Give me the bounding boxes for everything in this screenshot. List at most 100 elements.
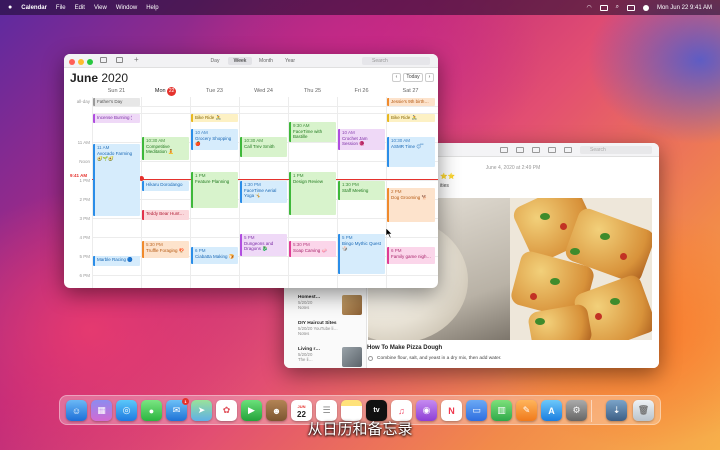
add-event-icon[interactable]: +: [134, 55, 139, 64]
day-header-tue[interactable]: Tue 23: [190, 87, 239, 96]
day-header-sat[interactable]: Sat 27: [386, 87, 435, 96]
pizza-photo: [510, 198, 652, 340]
event-design-review[interactable]: 1 PM Design Review: [289, 172, 336, 215]
note-text-fragment: ities: [440, 183, 449, 189]
note-thumbnail: [342, 295, 362, 315]
search-icon[interactable]: ⌕: [616, 4, 619, 11]
menu-clock[interactable]: Mon Jun 22 9:41 AM: [657, 5, 712, 11]
event-truffle[interactable]: 5:30 PM Truffle Foraging 🍄: [142, 241, 189, 258]
tab-day[interactable]: Day: [204, 57, 226, 65]
list-item[interactable]: Living r… 5/20/20 The li…: [298, 347, 364, 368]
today-button[interactable]: Today: [403, 73, 423, 82]
hour-label: 5 PM: [79, 254, 90, 259]
apple-menu-icon[interactable]: ●: [8, 4, 12, 11]
day-header-wed[interactable]: Wed 24: [239, 87, 288, 96]
day-header-thu[interactable]: Thu 25: [288, 87, 337, 96]
menu-file[interactable]: File: [56, 5, 66, 11]
video-subtitle: 从日历和备忘录: [307, 420, 413, 438]
notes-search-input[interactable]: Search: [580, 146, 652, 154]
wifi-icon[interactable]: ◠: [586, 4, 591, 11]
list-item[interactable]: DIY Haircut Sites 5/20/20 YouTube li… No…: [298, 321, 364, 345]
tab-year[interactable]: Year: [280, 57, 300, 65]
attachment-icon[interactable]: [548, 147, 556, 153]
day-header-mon[interactable]: Mon 22: [141, 87, 190, 96]
today-badge: 22: [167, 87, 177, 96]
event-bike-ride-tue[interactable]: Bike Ride 🚴: [191, 114, 238, 122]
day-header-sun[interactable]: Sun 21: [92, 87, 141, 96]
siri-icon[interactable]: [642, 4, 649, 11]
tab-month[interactable]: Month: [254, 57, 278, 65]
calendar-window: + Day Week Month Year Search June 2020 ‹…: [64, 54, 438, 288]
event-grocery[interactable]: 10 AM Grocery Shopping 🍎: [191, 129, 238, 150]
event-dungeons[interactable]: 5 PM Dungeons and Dragons 🐉: [240, 234, 287, 256]
hour-label: 4 PM: [79, 235, 90, 240]
share-icon[interactable]: [516, 147, 524, 153]
hour-label: 3 PM: [79, 216, 90, 221]
day-header-fri[interactable]: Fri 26: [337, 87, 386, 96]
menu-view[interactable]: View: [94, 5, 107, 11]
mail-badge: 1: [182, 398, 189, 405]
hour-label: 2 PM: [79, 197, 90, 202]
page-title: June 2020: [70, 71, 128, 85]
event-bingo[interactable]: 5 PM Bingo Mythic Quest 🎲: [338, 234, 385, 274]
menu-window[interactable]: Window: [116, 5, 137, 11]
event-facetime-yoga[interactable]: 1:30 PM FaceTime Aerial Yoga 🤸: [240, 181, 287, 203]
event-teddy[interactable]: Teddy Bear Hunt…: [142, 210, 189, 220]
next-week-button[interactable]: ›: [425, 73, 434, 82]
event-soap[interactable]: 5:30 PM Soap Carving 🧼: [289, 241, 336, 257]
calendar-toolbar: + Day Week Month Year Search: [64, 54, 438, 68]
recipe-title: How To Make Pizza Dough: [367, 345, 443, 351]
checklist-circle[interactable]: [368, 356, 373, 361]
event-avocado[interactable]: 11 AM Avocado Farming 🥑🌱🥑: [93, 144, 140, 216]
event-marble[interactable]: Marble Racing 🔵: [93, 256, 140, 266]
minimize-button[interactable]: [78, 59, 84, 65]
note-thumbnail: [342, 347, 362, 367]
title-year: 2020: [101, 71, 129, 85]
event-incense[interactable]: Incense Burning 🕯: [93, 114, 140, 123]
prev-week-button[interactable]: ‹: [392, 73, 401, 82]
event-facetime-bastille[interactable]: 9:30 AM FaceTime with Bastille: [289, 122, 336, 142]
event-feature[interactable]: 1 PM Feature Planning: [191, 172, 238, 208]
note-folder: Notes: [298, 331, 310, 336]
title-month: June: [70, 71, 99, 85]
table-icon[interactable]: [532, 147, 540, 153]
inbox-icon[interactable]: [116, 57, 123, 63]
event-fathers-day[interactable]: Father's Day: [93, 98, 140, 106]
menu-edit[interactable]: Edit: [75, 5, 85, 11]
event-jessie-birthday[interactable]: Jessie's 9th birth…: [387, 98, 435, 106]
menu-calendar[interactable]: Calendar: [21, 5, 47, 11]
event-family[interactable]: 6 PM Family game nigh…: [387, 247, 435, 264]
event-crochet[interactable]: 10 AM Crochet Jam Session 🧶: [338, 129, 385, 150]
note-emoji: ⭐⭐: [440, 174, 455, 180]
event-call-trev[interactable]: 10:30 AM Call Trev Smith: [240, 137, 287, 157]
event-staff[interactable]: 1:30 PM Staff Meeting: [338, 181, 385, 200]
hour-label: 6 PM: [79, 273, 90, 278]
control-center-icon[interactable]: [626, 4, 635, 11]
event-bike-ride-sat[interactable]: Bike Ride 🚴: [387, 114, 435, 122]
upload-icon[interactable]: [564, 147, 572, 153]
event-hikaru[interactable]: Hikaru Dorodango: [142, 181, 189, 191]
calendars-list-icon[interactable]: [100, 57, 107, 63]
hour-label: Noon: [79, 159, 90, 164]
close-button[interactable]: [69, 59, 75, 65]
battery-icon[interactable]: [599, 4, 608, 11]
mouse-cursor: [386, 228, 393, 238]
event-competitive[interactable]: 10:30 AM Competitive Meditation 🧘: [142, 137, 189, 160]
tab-week[interactable]: Week: [228, 57, 252, 65]
lock-icon[interactable]: [500, 147, 508, 153]
all-day-label: all-day: [76, 99, 90, 104]
menu-bar: ● Calendar File Edit View Window Help ◠ …: [0, 0, 720, 15]
event-asmr[interactable]: 10:30 AM ASMR Time 😴: [387, 137, 435, 167]
recipe-step: Combine flour, salt, and yeast in a dry …: [377, 356, 502, 361]
list-item[interactable]: Homest… 5/20/20 Notes: [298, 295, 364, 319]
hour-label: 1 PM: [79, 178, 90, 183]
note-preview: YouTube li…: [313, 326, 338, 331]
event-dog[interactable]: 2 PM Dog Grooming 🐕: [387, 188, 435, 222]
zoom-button[interactable]: [87, 59, 93, 65]
tv-label: tv: [373, 407, 380, 414]
desktop: ● Calendar File Edit View Window Help ◠ …: [0, 0, 720, 450]
event-ciabatta[interactable]: 6 PM Ciabatta Making 🍞: [191, 247, 238, 264]
hour-label: 11 AM: [77, 140, 90, 145]
menu-help[interactable]: Help: [146, 5, 158, 11]
calendar-search-input[interactable]: Search: [362, 57, 430, 65]
